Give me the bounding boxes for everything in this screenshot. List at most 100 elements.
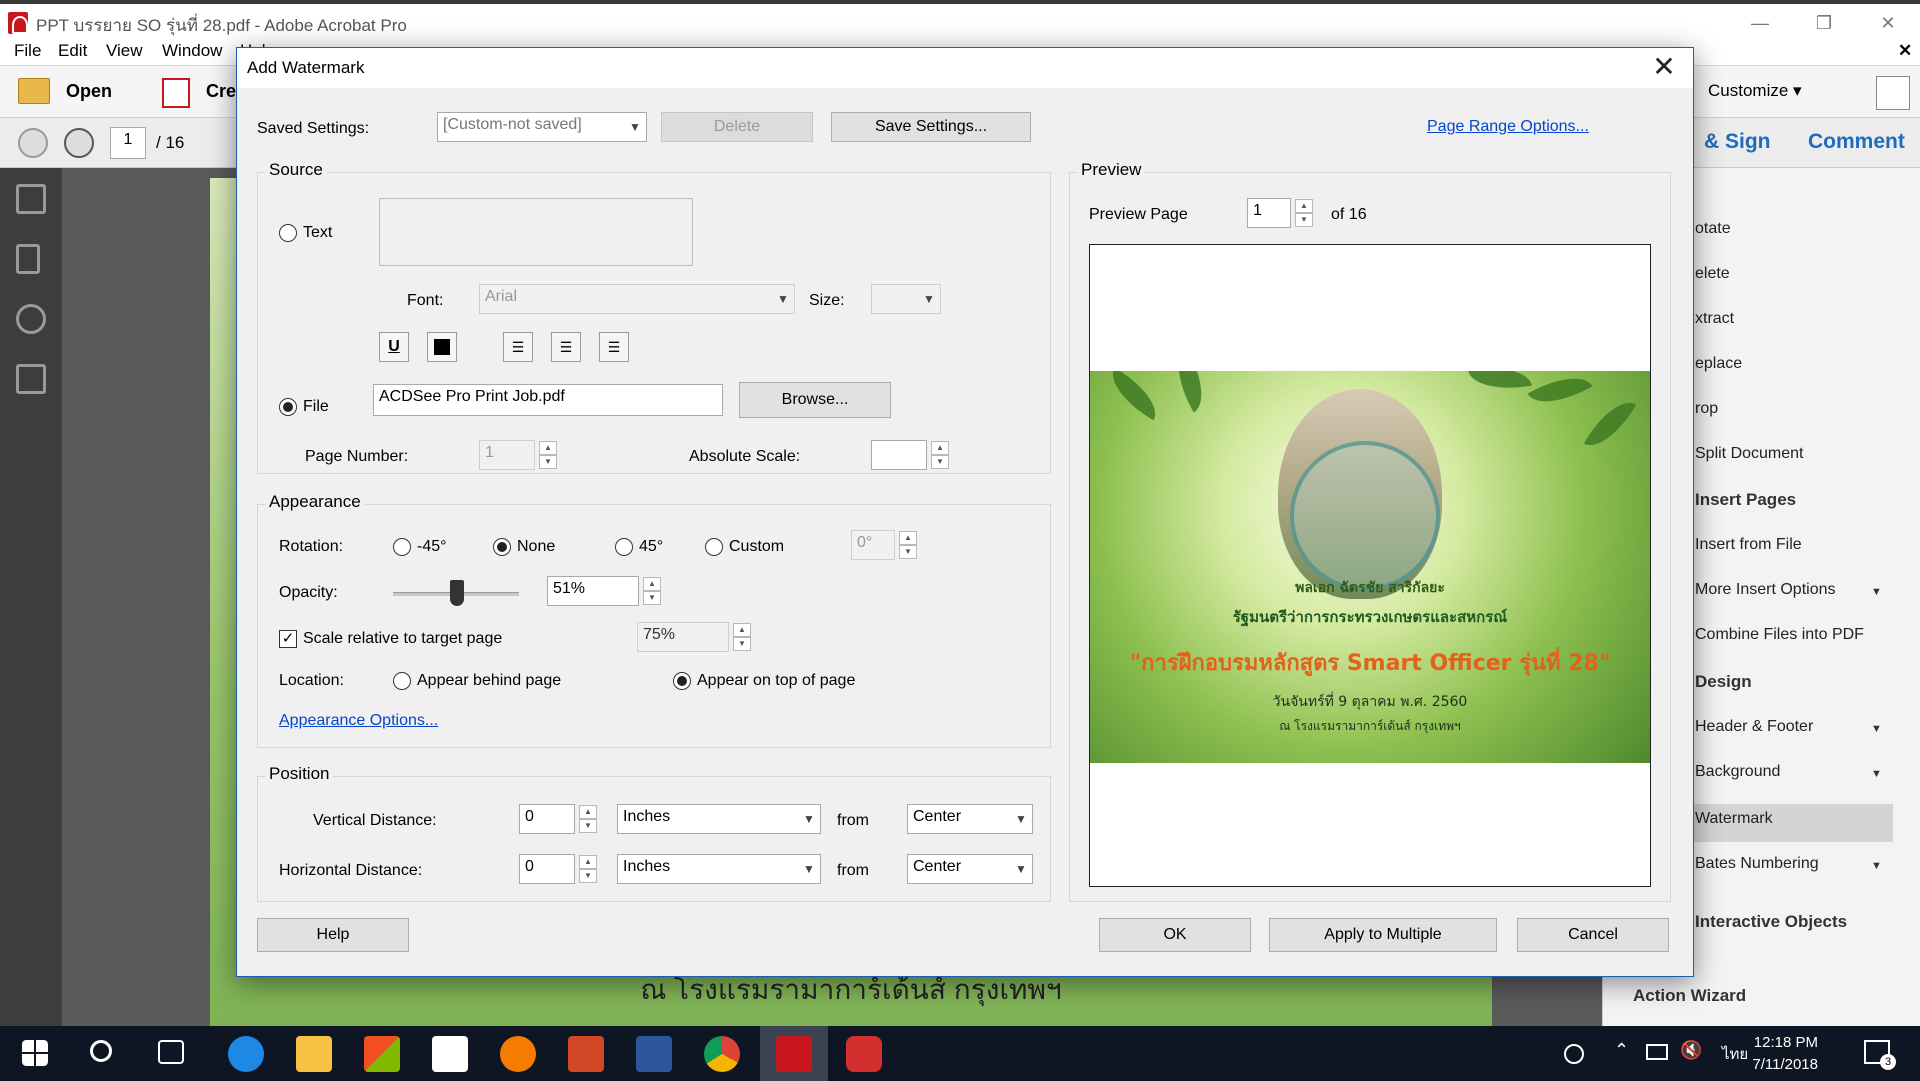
tool-replace[interactable]: eplace <box>1695 355 1742 373</box>
tool-rotate[interactable]: otate <box>1695 220 1731 238</box>
word-icon[interactable] <box>636 1036 672 1072</box>
tool-split-document[interactable]: Split Document <box>1695 445 1804 463</box>
tool-bates-numbering[interactable]: Bates Numbering <box>1695 855 1819 873</box>
align-center-icon[interactable]: ☰ <box>551 332 581 362</box>
close-window-button[interactable]: ✕ <box>1868 10 1908 36</box>
task-view-icon[interactable] <box>158 1040 184 1064</box>
mail-icon[interactable] <box>432 1036 468 1072</box>
section-interactive-objects[interactable]: Interactive Objects <box>1695 912 1847 932</box>
rotation-45-radio[interactable] <box>615 538 633 556</box>
tool-insert-from-file[interactable]: Insert from File <box>1695 536 1802 554</box>
page-number-field[interactable]: 1 <box>479 440 535 470</box>
tool-crop[interactable]: rop <box>1695 400 1718 418</box>
volume-muted-icon[interactable]: 🔇 <box>1680 1040 1702 1061</box>
apply-to-multiple-button[interactable]: Apply to Multiple <box>1269 918 1497 952</box>
tool-extract[interactable]: xtract <box>1695 310 1734 328</box>
tool-more-insert-options[interactable]: More Insert Options <box>1695 581 1836 599</box>
rotation-none-radio[interactable] <box>493 538 511 556</box>
open-button[interactable]: Open <box>66 81 112 102</box>
start-windows-icon[interactable] <box>22 1040 48 1066</box>
save-settings-button[interactable]: Save Settings... <box>831 112 1031 142</box>
dialog-close-icon[interactable]: ✕ <box>1649 52 1679 82</box>
file-path-input[interactable]: ACDSee Pro Print Job.pdf <box>373 384 723 416</box>
browse-button[interactable]: Browse... <box>739 382 891 418</box>
edge-browser-icon[interactable] <box>228 1036 264 1072</box>
file-explorer-icon[interactable] <box>296 1036 332 1072</box>
powerpoint-icon[interactable] <box>568 1036 604 1072</box>
opacity-field[interactable]: 51% <box>547 576 639 606</box>
next-page-icon[interactable] <box>64 128 94 158</box>
tool-delete[interactable]: elete <box>1695 265 1730 283</box>
appear-behind-radio[interactable] <box>393 672 411 690</box>
page-thumbnails-icon[interactable] <box>16 184 46 214</box>
previous-page-icon[interactable] <box>18 128 48 158</box>
bookmarks-icon[interactable] <box>16 244 40 274</box>
tool-header-footer[interactable]: Header & Footer <box>1695 718 1813 736</box>
customize-menu[interactable]: Customize ▾ <box>1708 81 1802 101</box>
delete-button[interactable]: Delete <box>661 112 813 142</box>
tab-fill-sign[interactable]: & Sign <box>1704 130 1771 154</box>
opacity-stepper[interactable]: ▲ ▼ <box>643 577 661 605</box>
page-number-stepper[interactable]: ▲ ▼ <box>539 441 557 469</box>
horizontal-distance-stepper[interactable]: ▲ ▼ <box>579 855 597 883</box>
underline-button[interactable]: U <box>379 332 409 362</box>
vertical-distance-field[interactable]: 0 <box>519 804 575 834</box>
people-icon[interactable] <box>1564 1044 1584 1064</box>
menu-view[interactable]: View <box>106 41 143 61</box>
chevron-down-icon[interactable]: ▼ <box>1871 768 1882 780</box>
restore-button[interactable]: ❐ <box>1804 10 1844 36</box>
help-button[interactable]: Help <box>257 918 409 952</box>
search-icon[interactable] <box>90 1040 112 1062</box>
align-left-icon[interactable]: ☰ <box>503 332 533 362</box>
ok-button[interactable]: OK <box>1099 918 1251 952</box>
camera-app-icon[interactable] <box>846 1036 882 1072</box>
absolute-scale-field[interactable] <box>871 440 927 470</box>
scale-relative-checkbox[interactable]: ✓ <box>279 630 297 648</box>
network-icon[interactable] <box>1646 1044 1668 1060</box>
store-icon[interactable] <box>364 1036 400 1072</box>
rotation-custom-field[interactable]: 0° <box>851 530 895 560</box>
clock[interactable]: 12:18 PM 7/11/2018 <box>1752 1032 1818 1076</box>
input-language[interactable]: ไทย <box>1722 1042 1748 1066</box>
appearance-options-link[interactable]: Appearance Options... <box>279 712 438 730</box>
font-select[interactable]: Arial ▼ <box>479 284 795 314</box>
tool-background[interactable]: Background <box>1695 763 1780 781</box>
ccleaner-icon[interactable] <box>500 1036 536 1072</box>
text-color-button[interactable] <box>427 332 457 362</box>
preview-page-stepper[interactable]: ▲ ▼ <box>1295 199 1313 227</box>
horizontal-from-select[interactable]: Center ▼ <box>907 854 1033 884</box>
page-number-input[interactable]: 1 <box>110 127 146 159</box>
text-radio[interactable] <box>279 224 297 242</box>
menu-window[interactable]: Window <box>162 41 222 61</box>
absolute-scale-stepper[interactable]: ▲ ▼ <box>931 441 949 469</box>
rotation-custom-radio[interactable] <box>705 538 723 556</box>
cancel-button[interactable]: Cancel <box>1517 918 1669 952</box>
saved-settings-select[interactable]: [Custom-not saved] ▼ <box>437 112 647 142</box>
scale-relative-stepper[interactable]: ▲ ▼ <box>733 623 751 651</box>
tool-watermark[interactable]: Watermark <box>1695 810 1773 828</box>
page-range-options-link[interactable]: Page Range Options... <box>1427 118 1589 136</box>
file-radio[interactable] <box>279 398 297 416</box>
rotation-minus45-radio[interactable] <box>393 538 411 556</box>
chevron-down-icon[interactable]: ▼ <box>1871 860 1882 872</box>
tab-comment[interactable]: Comment <box>1808 130 1905 154</box>
menu-file[interactable]: File <box>14 41 41 61</box>
action-wizard[interactable]: Action Wizard <box>1633 986 1746 1006</box>
appear-on-top-radio[interactable] <box>673 672 691 690</box>
tool-combine-files[interactable]: Combine Files into PDF <box>1695 626 1864 644</box>
watermark-text-area[interactable] <box>379 198 693 266</box>
menu-edit[interactable]: Edit <box>58 41 87 61</box>
chevron-down-icon[interactable]: ▼ <box>1871 723 1882 735</box>
vertical-unit-select[interactable]: Inches ▼ <box>617 804 821 834</box>
close-document-icon[interactable]: ✕ <box>1898 41 1912 61</box>
expand-icon[interactable] <box>1876 76 1910 110</box>
scale-relative-field[interactable]: 75% <box>637 622 729 652</box>
horizontal-unit-select[interactable]: Inches ▼ <box>617 854 821 884</box>
align-right-icon[interactable]: ☰ <box>599 332 629 362</box>
rotation-custom-stepper[interactable]: ▲ ▼ <box>899 531 917 559</box>
signatures-icon[interactable] <box>16 364 46 394</box>
chevron-down-icon[interactable]: ▼ <box>1871 586 1882 598</box>
preview-page-field[interactable]: 1 <box>1247 198 1291 228</box>
minimize-button[interactable]: — <box>1740 10 1780 36</box>
attachments-icon[interactable] <box>16 304 46 334</box>
